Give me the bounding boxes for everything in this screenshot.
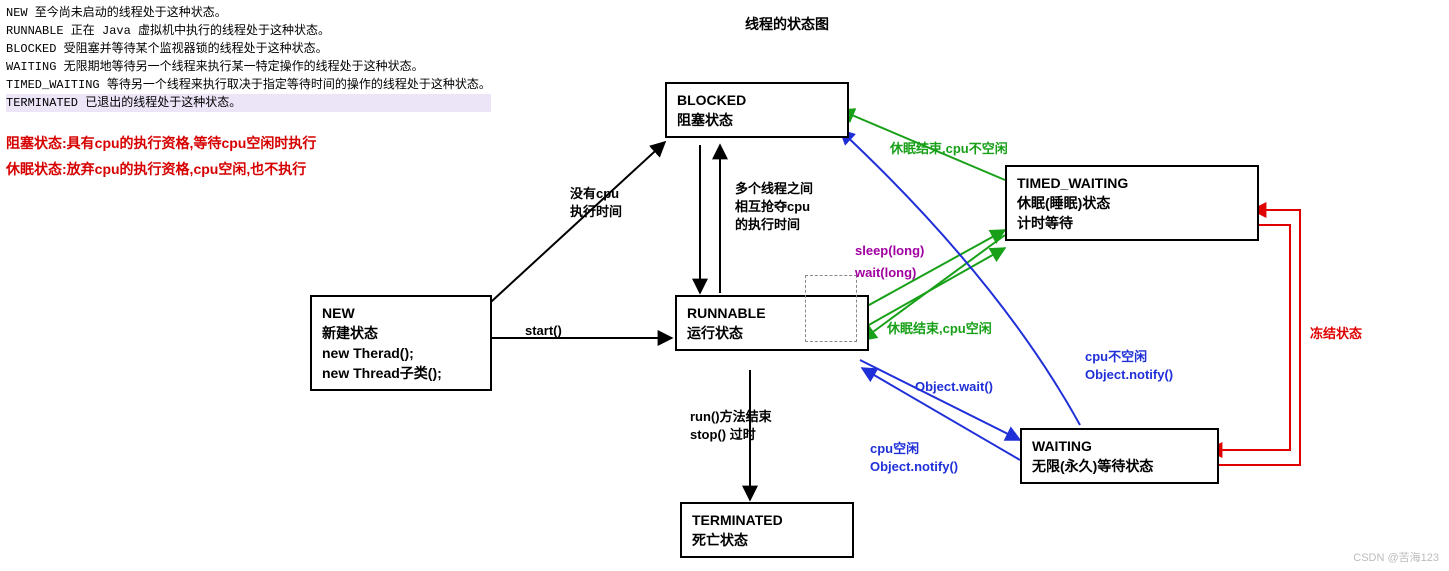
- legend-runnable: RUNNABLE 正在 Java 虚拟机中执行的线程处于这种状态。: [6, 22, 491, 40]
- diagram-canvas: { "title": "线程的状态图", "legend": { "new": …: [0, 0, 1449, 571]
- node-tw-sub1: 休眠(睡眠)状态: [1017, 193, 1247, 213]
- node-new: NEW 新建状态 new Therad(); new Thread子类();: [310, 295, 492, 391]
- label-wait-long: wait(long): [855, 264, 916, 282]
- label-cpu-idle-notify: cpu空闲 Object.notify(): [870, 440, 958, 476]
- node-blocked-sub1: 阻塞状态: [677, 110, 837, 130]
- node-new-title: NEW: [322, 303, 480, 323]
- label-wake-busy: 休眠结束,cpu不空闲: [890, 140, 1008, 158]
- node-tw-sub2: 计时等待: [1017, 213, 1247, 233]
- label-frozen: 冻结状态: [1310, 325, 1362, 343]
- node-new-sub1: 新建状态: [322, 323, 480, 343]
- label-sleep-long: sleep(long): [855, 242, 924, 260]
- node-timed-waiting: TIMED_WAITING 休眠(睡眠)状态 计时等待: [1005, 165, 1259, 241]
- legend-new: NEW 至今尚未启动的线程处于这种状态。: [6, 4, 491, 22]
- diagram-title: 线程的状态图: [745, 14, 829, 34]
- legend-terminated: TERMINATED 已退出的线程处于这种状态。: [6, 94, 491, 112]
- label-contend: 多个线程之间 相互抢夺cpu 的执行时间: [735, 180, 813, 234]
- node-terminated: TERMINATED 死亡状态: [680, 502, 854, 558]
- label-wake-idle: 休眠结束,cpu空闲: [887, 320, 992, 338]
- label-start: start(): [525, 322, 562, 340]
- legend-blocked: BLOCKED 受阻塞并等待某个监视器锁的线程处于这种状态。: [6, 40, 491, 58]
- selection-box: [805, 275, 857, 342]
- label-no-cpu: 没有cpu 执行时间: [570, 185, 622, 221]
- watermark: CSDN @苦海123: [1353, 549, 1439, 565]
- legend-block: NEW 至今尚未启动的线程处于这种状态。 RUNNABLE 正在 Java 虚拟…: [6, 4, 491, 112]
- node-tw-title: TIMED_WAITING: [1017, 173, 1247, 193]
- legend-waiting: WAITING 无限期地等待另一个线程来执行某一特定操作的线程处于这种状态。: [6, 58, 491, 76]
- node-blocked-title: BLOCKED: [677, 90, 837, 110]
- label-run-stop: run()方法结束 stop() 过时: [690, 408, 772, 444]
- node-new-sub3: new Thread子类();: [322, 363, 480, 383]
- node-new-sub2: new Therad();: [322, 343, 480, 363]
- label-obj-wait: Object.wait(): [915, 378, 993, 396]
- node-waiting: WAITING 无限(永久)等待状态: [1020, 428, 1219, 484]
- label-cpu-busy-notify: cpu不空闲 Object.notify(): [1085, 348, 1173, 384]
- node-term-title: TERMINATED: [692, 510, 842, 530]
- note-sleep-def: 休眠状态:放弃cpu的执行资格,cpu空闲,也不执行: [6, 156, 316, 182]
- legend-timed-waiting: TIMED_WAITING 等待另一个线程来执行取决于指定等待时间的操作的线程处…: [6, 76, 491, 94]
- node-waiting-sub1: 无限(永久)等待状态: [1032, 456, 1207, 476]
- node-waiting-title: WAITING: [1032, 436, 1207, 456]
- node-blocked: BLOCKED 阻塞状态: [665, 82, 849, 138]
- note-blocked-def: 阻塞状态:具有cpu的执行资格,等待cpu空闲时执行: [6, 130, 316, 156]
- red-notes: 阻塞状态:具有cpu的执行资格,等待cpu空闲时执行 休眠状态:放弃cpu的执行…: [6, 130, 316, 182]
- node-term-sub1: 死亡状态: [692, 530, 842, 550]
